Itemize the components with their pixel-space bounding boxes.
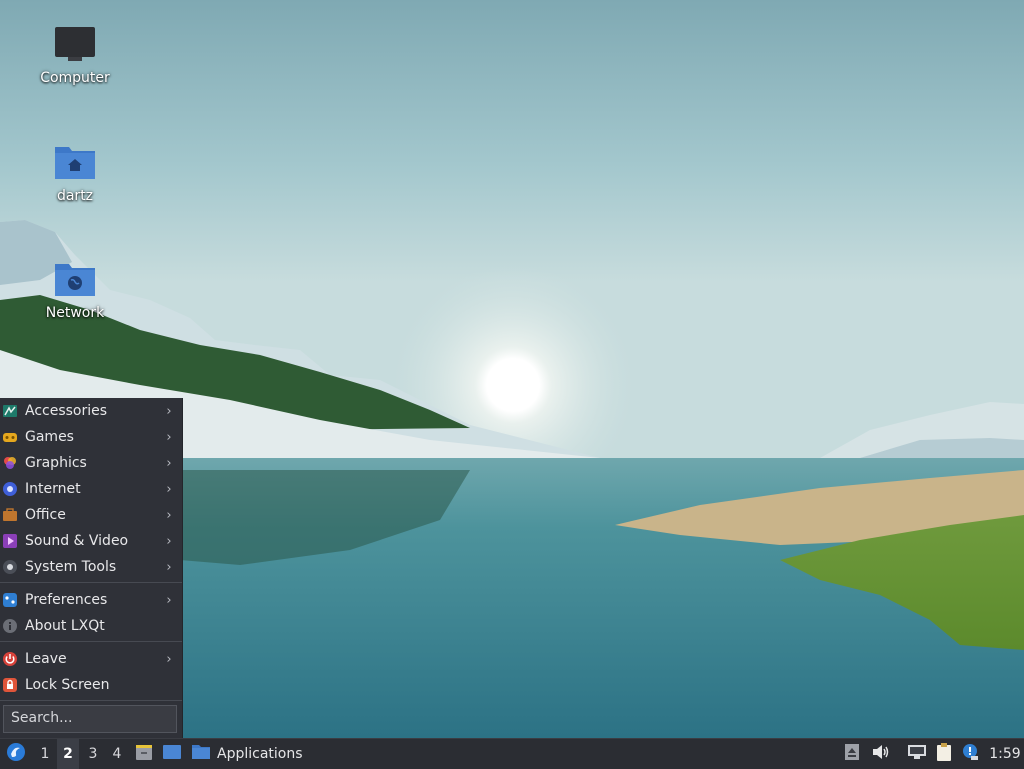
eject-icon	[844, 743, 860, 765]
tray-clipboard[interactable]	[933, 739, 955, 769]
lxqt-logo-icon	[6, 742, 26, 766]
desktop-icon-computer[interactable]: Computer	[25, 22, 125, 86]
tray-removable-media[interactable]	[842, 739, 862, 769]
network-folder-icon	[53, 257, 97, 301]
start-menu-button[interactable]	[2, 739, 30, 769]
workspace-4[interactable]: 4	[106, 739, 128, 769]
preferences-icon	[2, 592, 18, 608]
menu-item-internet[interactable]: Internet ›	[0, 476, 182, 502]
menu-separator	[0, 582, 182, 583]
menu-item-lock-screen[interactable]: Lock Screen	[0, 672, 182, 698]
office-icon	[2, 507, 18, 523]
desktop-icon	[162, 742, 182, 766]
tray-volume[interactable]	[870, 739, 892, 769]
notification-icon	[961, 743, 979, 765]
folder-icon	[191, 743, 211, 765]
quicklaunch-file-manager[interactable]	[132, 739, 156, 769]
chevron-right-icon: ›	[166, 403, 172, 419]
menu-item-about-lxqt[interactable]: About LXQt	[0, 613, 182, 639]
menu-item-preferences[interactable]: Preferences ›	[0, 587, 182, 613]
quicklaunch-show-desktop[interactable]	[160, 739, 184, 769]
desktop-icon-label: dartz	[56, 188, 94, 204]
chevron-right-icon: ›	[166, 507, 172, 523]
menu-item-office[interactable]: Office ›	[0, 502, 182, 528]
application-menu: Accessories › Games › Graphics › Interne…	[0, 398, 183, 738]
file-cabinet-icon	[134, 742, 154, 766]
menu-item-games[interactable]: Games ›	[0, 424, 182, 450]
home-folder-icon	[53, 140, 97, 184]
network-icon	[907, 744, 927, 764]
chevron-right-icon: ›	[166, 592, 172, 608]
internet-icon	[2, 481, 18, 497]
workspace-3[interactable]: 3	[82, 739, 104, 769]
chevron-right-icon: ›	[166, 559, 172, 575]
chevron-right-icon: ›	[166, 429, 172, 445]
menu-separator	[0, 700, 182, 701]
desktop-icon-label: Network	[45, 305, 105, 321]
desktop-icon-network[interactable]: Network	[25, 257, 125, 321]
info-icon	[2, 618, 18, 634]
system-tools-icon	[2, 559, 18, 575]
tray-network[interactable]	[906, 739, 928, 769]
menu-item-leave[interactable]: Leave ›	[0, 646, 182, 672]
speaker-icon	[872, 744, 890, 764]
desktop-icon-home-folder[interactable]: dartz	[25, 140, 125, 204]
workspace-2[interactable]: 2	[57, 739, 79, 769]
workspace-1[interactable]: 1	[34, 739, 56, 769]
chevron-right-icon: ›	[166, 481, 172, 497]
task-label: Applications	[217, 746, 303, 762]
games-icon	[2, 429, 18, 445]
clock[interactable]: 1:59	[986, 739, 1024, 769]
power-icon	[2, 651, 18, 667]
taskbar: 1 2 3 4 Applications 1:59	[0, 738, 1024, 769]
chevron-right-icon: ›	[166, 651, 172, 667]
monitor-icon	[53, 22, 97, 66]
chevron-right-icon: ›	[166, 455, 172, 471]
menu-separator	[0, 641, 182, 642]
menu-item-accessories[interactable]: Accessories ›	[0, 398, 182, 424]
menu-item-sound-video[interactable]: Sound & Video ›	[0, 528, 182, 554]
sound-video-icon	[2, 533, 18, 549]
chevron-right-icon: ›	[166, 533, 172, 549]
menu-search-input[interactable]: Search...	[3, 705, 177, 733]
lock-icon	[2, 677, 18, 693]
tray-notifications[interactable]	[959, 739, 981, 769]
clipboard-icon	[936, 742, 952, 766]
menu-item-system-tools[interactable]: System Tools ›	[0, 554, 182, 580]
task-button-applications[interactable]: Applications	[191, 739, 311, 769]
accessories-icon	[2, 403, 18, 419]
menu-item-graphics[interactable]: Graphics ›	[0, 450, 182, 476]
graphics-icon	[2, 455, 18, 471]
desktop-icon-label: Computer	[40, 70, 110, 86]
